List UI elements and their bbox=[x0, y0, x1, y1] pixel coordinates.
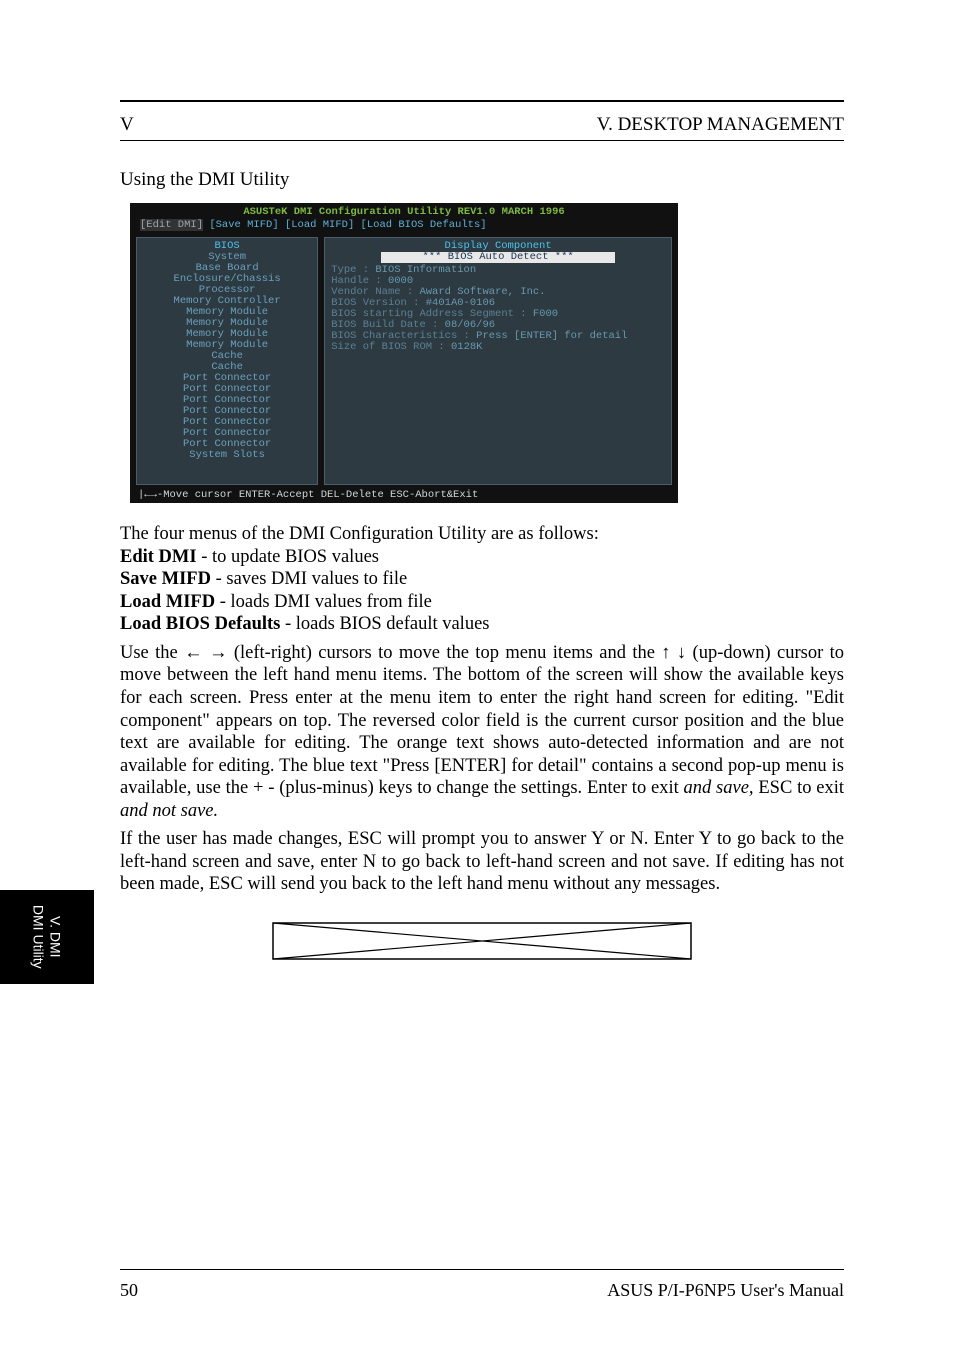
t: - to update BIOS values bbox=[201, 547, 379, 567]
page-body: The four menus of the DMI Configuration … bbox=[120, 523, 844, 960]
t: Use the ← → (left-right) cursors to move… bbox=[120, 643, 844, 798]
cmd-edit: Edit DMI bbox=[120, 547, 197, 567]
t: The four menus of the DMI Configuration … bbox=[120, 524, 599, 544]
t: and not save. bbox=[120, 801, 218, 821]
section-roman: V bbox=[120, 114, 134, 136]
ss-footer-keys: |←→-Move cursor ENTER-Accept DEL-Delete … bbox=[138, 490, 478, 501]
ss-left-item[interactable]: System Slots bbox=[143, 450, 311, 461]
ss-banner2: *** BIOS Auto Detect *** bbox=[381, 252, 615, 263]
ss-menu-edit[interactable]: [Edit DMI] bbox=[140, 219, 203, 231]
cmd-defaults: Load BIOS Defaults bbox=[120, 614, 280, 634]
t: If the user has made changes, ESC will p… bbox=[120, 828, 844, 896]
cross-box-figure bbox=[272, 922, 692, 960]
page-number: 50 bbox=[120, 1280, 138, 1301]
dmi-screenshot: ASUSTeK DMI Configuration Utility REV1.0… bbox=[130, 203, 678, 503]
ss-left-pane[interactable]: BIOSSystemBase BoardEnclosure/ChassisPro… bbox=[136, 237, 318, 485]
cmd-save: Save MIFD bbox=[120, 569, 211, 589]
ss-menu-rest[interactable]: [Save MIFD] [Load MIFD] [Load BIOS Defau… bbox=[203, 219, 487, 231]
utility-heading: Using the DMI Utility bbox=[120, 169, 844, 191]
t: and save, bbox=[684, 778, 759, 798]
t: ESC to exit bbox=[758, 778, 844, 798]
t: - loads DMI values from file bbox=[220, 592, 432, 612]
side-tab: V. DMI DMI Utility bbox=[0, 890, 94, 984]
side-tab-text: V. DMI DMI Utility bbox=[30, 905, 64, 969]
t: - loads BIOS default values bbox=[285, 614, 490, 634]
ss-right-pane: Display Component *** BIOS Auto Detect *… bbox=[324, 237, 672, 485]
ss-title: ASUSTeK DMI Configuration Utility REV1.0… bbox=[130, 207, 678, 218]
ss-field-line: Size of BIOS ROM : 0128K bbox=[331, 342, 665, 353]
section-title: V. DESKTOP MANAGEMENT bbox=[597, 114, 844, 136]
footer-manual: ASUS P/I-P6NP5 User's Manual bbox=[607, 1280, 844, 1301]
ss-menu-bar: [Edit DMI] [Save MIFD] [Load MIFD] [Load… bbox=[140, 220, 487, 231]
t: - saves DMI values to file bbox=[216, 569, 408, 589]
cmd-load: Load MIFD bbox=[120, 592, 215, 612]
